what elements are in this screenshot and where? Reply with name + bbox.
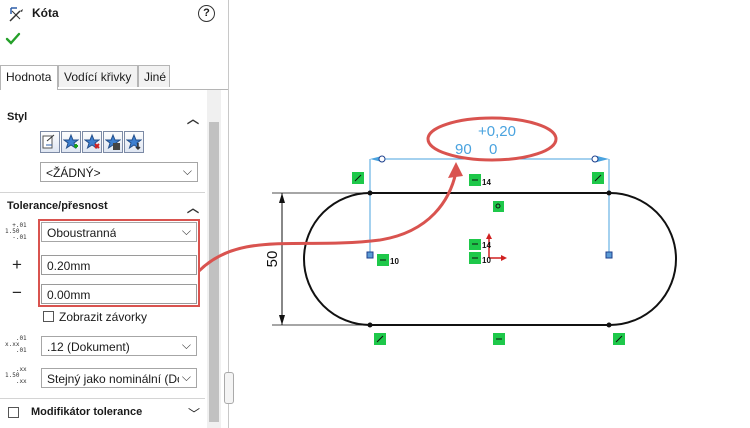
- relation-markers[interactable]: 14 10 14 10: [352, 172, 625, 345]
- vertical-dimension[interactable]: 50: [264, 192, 370, 326]
- annotation-arrow: [197, 171, 458, 273]
- arrowhead: [448, 162, 463, 178]
- vertical-dim-value: 50: [264, 251, 281, 268]
- dim-upper-tolerance: +0,20: [478, 123, 516, 140]
- relation-label: 14: [482, 241, 491, 250]
- sketch-canvas[interactable]: +0,20 90 0 50 14 10 14 10: [0, 0, 750, 428]
- dim-lower-tolerance: 0: [489, 141, 497, 158]
- relation-label: 10: [390, 257, 399, 266]
- relation-label: 14: [482, 178, 491, 187]
- relation-label: 10: [482, 256, 491, 265]
